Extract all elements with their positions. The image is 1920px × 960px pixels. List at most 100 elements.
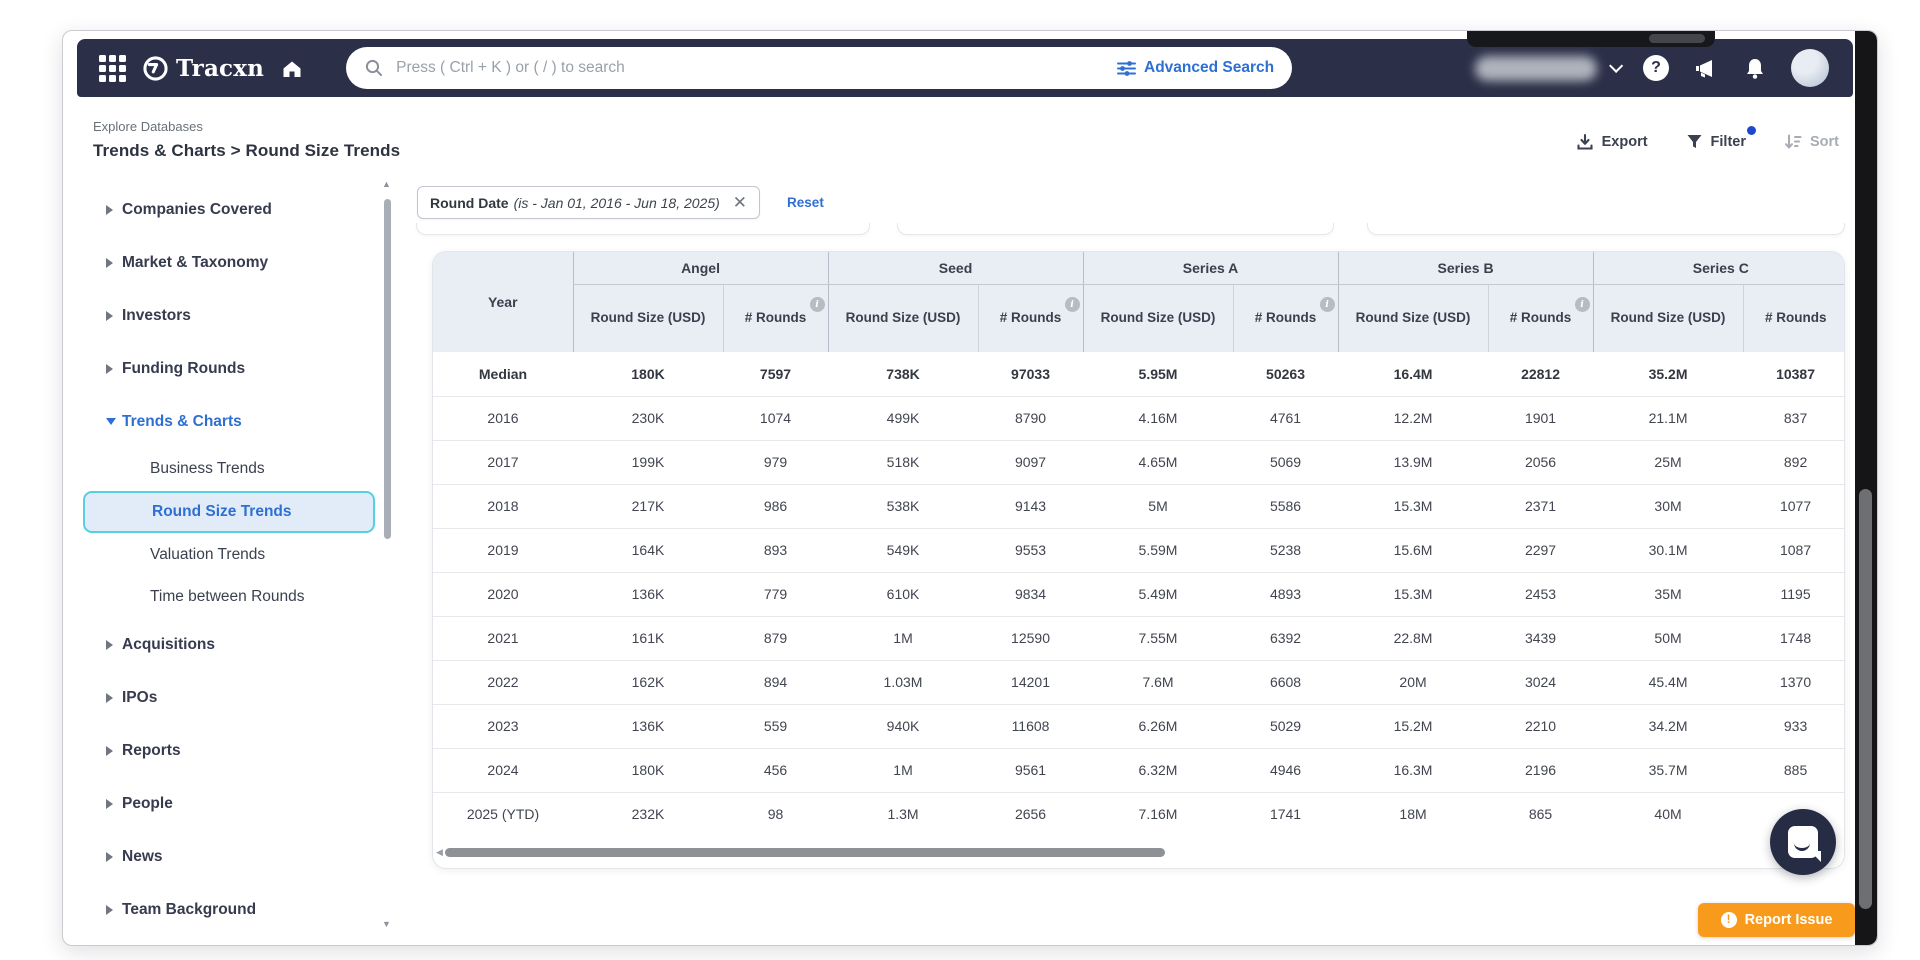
table-cell: 20M bbox=[1338, 659, 1489, 704]
sidebar-item-investors[interactable]: Investors bbox=[77, 289, 403, 342]
table-cell: 180K bbox=[573, 352, 723, 396]
table-cell: 9097 bbox=[978, 439, 1084, 484]
table-cell: 7.55M bbox=[1083, 615, 1234, 660]
sidebar-item-reports[interactable]: Reports bbox=[77, 724, 403, 777]
sidebar-scroll-down-icon[interactable]: ▼ bbox=[382, 919, 391, 929]
table-cell: 15.3M bbox=[1338, 483, 1489, 528]
tracxn-logo-icon bbox=[142, 55, 169, 82]
export-button[interactable]: Export bbox=[1576, 133, 1648, 151]
table-cell: 5586 bbox=[1233, 483, 1339, 528]
column-header-label: # Rounds bbox=[744, 309, 807, 325]
chevron-right-icon bbox=[106, 257, 113, 268]
table-cell: 4.16M bbox=[1083, 395, 1234, 440]
table-cell: 25M bbox=[1593, 439, 1744, 484]
sidebar-item-trends-charts[interactable]: Trends & Charts bbox=[77, 395, 403, 448]
table-row-2021: 2021 161K 879 1M 12590 7.55M 6392 22.8M 3439 50M 1… bbox=[433, 615, 1844, 660]
horizontal-scrollbar[interactable] bbox=[445, 848, 1165, 857]
avatar[interactable] bbox=[1791, 49, 1829, 87]
table-row-2024: 2024 180K 456 1M 9561 6.32M 4946 16.3M 2196 35.7M… bbox=[433, 747, 1844, 792]
sidebar-item-acquisitions[interactable]: Acquisitions bbox=[77, 618, 403, 671]
sidebar-scroll-up-icon[interactable]: ▲ bbox=[382, 179, 391, 189]
report-issue-button[interactable]: ! Report Issue bbox=[1698, 903, 1855, 937]
sidebar-item-label: Funding Rounds bbox=[122, 359, 246, 377]
user-menu[interactable] bbox=[1475, 55, 1624, 81]
advanced-search-button[interactable]: Advanced Search bbox=[1117, 59, 1274, 77]
info-icon[interactable]: i bbox=[809, 296, 825, 312]
table-cell: 6392 bbox=[1233, 615, 1339, 660]
home-button[interactable] bbox=[280, 57, 304, 81]
table-row-2017: 2017 199K 979 518K 9097 4.65M 5069 13.9M 2056 25M… bbox=[433, 439, 1844, 484]
chip-close-icon[interactable]: ✕ bbox=[733, 194, 747, 211]
filter-button[interactable]: Filter bbox=[1686, 126, 1756, 150]
page-scrollbar-track[interactable] bbox=[1855, 31, 1877, 945]
page-actions: Export Filter Sort bbox=[1576, 126, 1839, 169]
table-cell: 13.9M bbox=[1338, 439, 1489, 484]
table-cell: 1M bbox=[828, 747, 979, 792]
sidebar-item-funding-rounds[interactable]: Funding Rounds bbox=[77, 342, 403, 395]
apps-grid-button[interactable] bbox=[99, 54, 126, 82]
table-subheader-row: Round Size (USD) # Rounds i Round Size (USD… bbox=[433, 284, 1844, 352]
table-cell: 98 bbox=[723, 791, 829, 836]
sidebar-item-ipos[interactable]: IPOs bbox=[77, 671, 403, 724]
table-cell: 1074 bbox=[723, 395, 829, 440]
sidebar-item-label: Trends & Charts bbox=[122, 412, 242, 430]
table-row-2023: 2023 136K 559 940K 11608 6.26M 5029 15.2M 2210 34… bbox=[433, 703, 1844, 748]
scroll-left-icon[interactable]: ◀ bbox=[436, 847, 443, 858]
table-cell: 1370 bbox=[1743, 659, 1844, 704]
table-cell: 45.4M bbox=[1593, 659, 1744, 704]
reset-filters-link[interactable]: Reset bbox=[787, 195, 824, 210]
info-icon[interactable]: i bbox=[1574, 296, 1590, 312]
column-header-num-rounds: # Rounds i bbox=[722, 284, 829, 352]
table-cell: 2196 bbox=[1488, 747, 1594, 792]
table-cell: 5029 bbox=[1233, 703, 1339, 748]
chevron-right-icon bbox=[106, 692, 113, 703]
table-cell: 3439 bbox=[1488, 615, 1594, 660]
table-cell: 18M bbox=[1338, 791, 1489, 836]
page-scrollbar[interactable] bbox=[1859, 489, 1872, 909]
filter-chip-round-date[interactable]: Round Date (is - Jan 01, 2016 - Jun 18, … bbox=[417, 186, 761, 219]
column-header-label: Round Size (USD) bbox=[1610, 309, 1726, 325]
tracxn-logo[interactable]: Tracxn bbox=[142, 55, 264, 82]
help-button[interactable]: ? bbox=[1643, 55, 1669, 81]
row-year: 2016 bbox=[433, 395, 573, 440]
scrolled-card-edge bbox=[1367, 223, 1845, 235]
column-header-round-size: Round Size (USD) bbox=[572, 284, 723, 352]
filter-label: Filter bbox=[1710, 133, 1746, 150]
announcements-button[interactable] bbox=[1693, 56, 1719, 80]
megaphone-icon bbox=[1693, 56, 1719, 80]
table-cell: 136K bbox=[573, 571, 723, 616]
table-cell: 2210 bbox=[1488, 703, 1594, 748]
table-cell: 456 bbox=[723, 747, 829, 792]
sidebar-item-label: IPOs bbox=[122, 688, 158, 706]
column-header-label: Round Size (USD) bbox=[1355, 309, 1471, 325]
sidebar-item-round-size-trends[interactable]: Round Size Trends bbox=[83, 491, 375, 533]
table-cell: 986 bbox=[723, 483, 829, 528]
global-search[interactable]: Advanced Search bbox=[346, 47, 1293, 89]
sidebar-item-people[interactable]: People bbox=[77, 777, 403, 830]
column-group-series-b: Series B bbox=[1337, 252, 1594, 285]
sidebar-item-companies-covered[interactable]: Companies Covered bbox=[77, 183, 403, 236]
column-header-round-size: Round Size (USD) bbox=[1337, 284, 1489, 352]
sidebar-item-market-taxonomy[interactable]: Market & Taxonomy bbox=[77, 236, 403, 289]
table-cell: 5.49M bbox=[1083, 571, 1234, 616]
info-icon[interactable]: i bbox=[1319, 296, 1335, 312]
sidebar-item-business-trends[interactable]: Business Trends bbox=[77, 448, 403, 490]
sidebar-item-time-between-rounds[interactable]: Time between Rounds bbox=[77, 576, 403, 618]
info-icon[interactable]: i bbox=[1064, 296, 1080, 312]
column-header-num-rounds: # Rounds i bbox=[1232, 284, 1339, 352]
table-group-header-row: Year Angel Seed Series A Series B Series C bbox=[433, 252, 1844, 352]
notifications-button[interactable] bbox=[1743, 56, 1767, 81]
sidebar-item-team-background[interactable]: Team Background bbox=[77, 883, 403, 936]
sort-button[interactable]: Sort bbox=[1784, 133, 1839, 150]
sidebar-scrollbar[interactable] bbox=[384, 199, 391, 539]
chat-bubble-icon bbox=[1788, 826, 1818, 858]
funnel-icon bbox=[1686, 133, 1703, 150]
column-header-label: # Rounds bbox=[1765, 309, 1827, 325]
search-input[interactable] bbox=[396, 59, 1118, 77]
sidebar-item-valuation-trends[interactable]: Valuation Trends bbox=[77, 534, 403, 576]
sidebar-item-news[interactable]: News bbox=[77, 830, 403, 883]
table-cell: 4946 bbox=[1233, 747, 1339, 792]
round-size-trends-table: Year Angel Seed Series A Series B Series C Rou… bbox=[433, 252, 1844, 836]
column-group-angel: Angel bbox=[572, 252, 829, 285]
chat-widget-button[interactable] bbox=[1770, 809, 1836, 875]
